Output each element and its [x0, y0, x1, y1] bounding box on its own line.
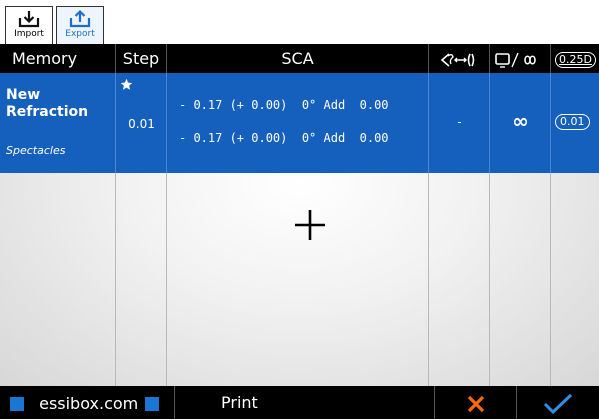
checkmark-icon	[543, 393, 573, 414]
tab-import[interactable]: Import	[5, 6, 53, 44]
website-left-square-icon	[10, 396, 24, 411]
website-label: essibox.com	[39, 394, 139, 413]
row-step-cell: 0.01	[116, 73, 167, 173]
website-right-square-icon	[145, 396, 160, 411]
export-icon	[69, 9, 91, 28]
header-sca-label: SCA	[281, 49, 314, 68]
row-step-value: 0.01	[128, 117, 155, 131]
confirm-button[interactable]	[517, 386, 599, 419]
infinity-value: ∞	[512, 109, 529, 133]
row-sca-cell: - 0.17 (+ 0.00) 0° Add 0.00 - 0.17 (+ 0.…	[167, 73, 429, 173]
row-distance-cell: -	[429, 73, 490, 173]
header-sca[interactable]: SCA	[167, 44, 429, 73]
cancel-x-icon	[467, 395, 484, 412]
header-step-label: Step	[122, 49, 160, 68]
import-icon	[18, 11, 40, 28]
row-type: Spectacles	[6, 144, 66, 157]
row-memory-cell: New Refraction Spectacles	[0, 73, 116, 173]
row-near-far-cell: ∞	[490, 73, 551, 173]
table-header: Memory Step SCA 0.25D	[0, 44, 599, 73]
tab-export-label: Export	[65, 29, 95, 39]
header-step[interactable]: Step	[116, 44, 167, 73]
sca-line-left: - 0.17 (+ 0.00) 0° Add 0.00	[179, 131, 389, 145]
website-button[interactable]: essibox.com	[0, 386, 175, 419]
print-label: Print	[221, 393, 258, 412]
print-button[interactable]: Print	[175, 386, 435, 419]
tab-import-label: Import	[14, 29, 44, 39]
cancel-button[interactable]	[435, 386, 517, 419]
table-row[interactable]: New Refraction Spectacles 0.01 - 0.17 (+…	[0, 73, 599, 173]
row-name-line1: New	[6, 87, 41, 103]
row-step-size-cell: 0.01	[551, 73, 599, 173]
tab-export[interactable]: Export	[56, 6, 104, 44]
row-name-line2: Refraction	[6, 104, 89, 120]
header-memory-label: Memory	[12, 49, 78, 68]
row-distance-value: -	[457, 115, 462, 129]
distance-eye-icon	[440, 52, 475, 67]
row-step-size-badge: 0.01	[555, 114, 590, 130]
sca-line-right: - 0.17 (+ 0.00) 0° Add 0.00	[179, 98, 389, 112]
add-memory-button[interactable]	[293, 208, 327, 242]
tab-bar: Import Export	[0, 0, 599, 44]
step-badge: 0.25D	[555, 51, 596, 68]
header-distance[interactable]	[429, 44, 490, 73]
footer-bar: essibox.com Print	[0, 386, 599, 419]
star-icon	[120, 78, 133, 90]
header-step-size[interactable]: 0.25D	[551, 44, 599, 73]
screen-infinity-icon	[495, 52, 536, 68]
header-memory[interactable]: Memory	[0, 44, 116, 73]
header-near-far[interactable]	[490, 44, 551, 73]
